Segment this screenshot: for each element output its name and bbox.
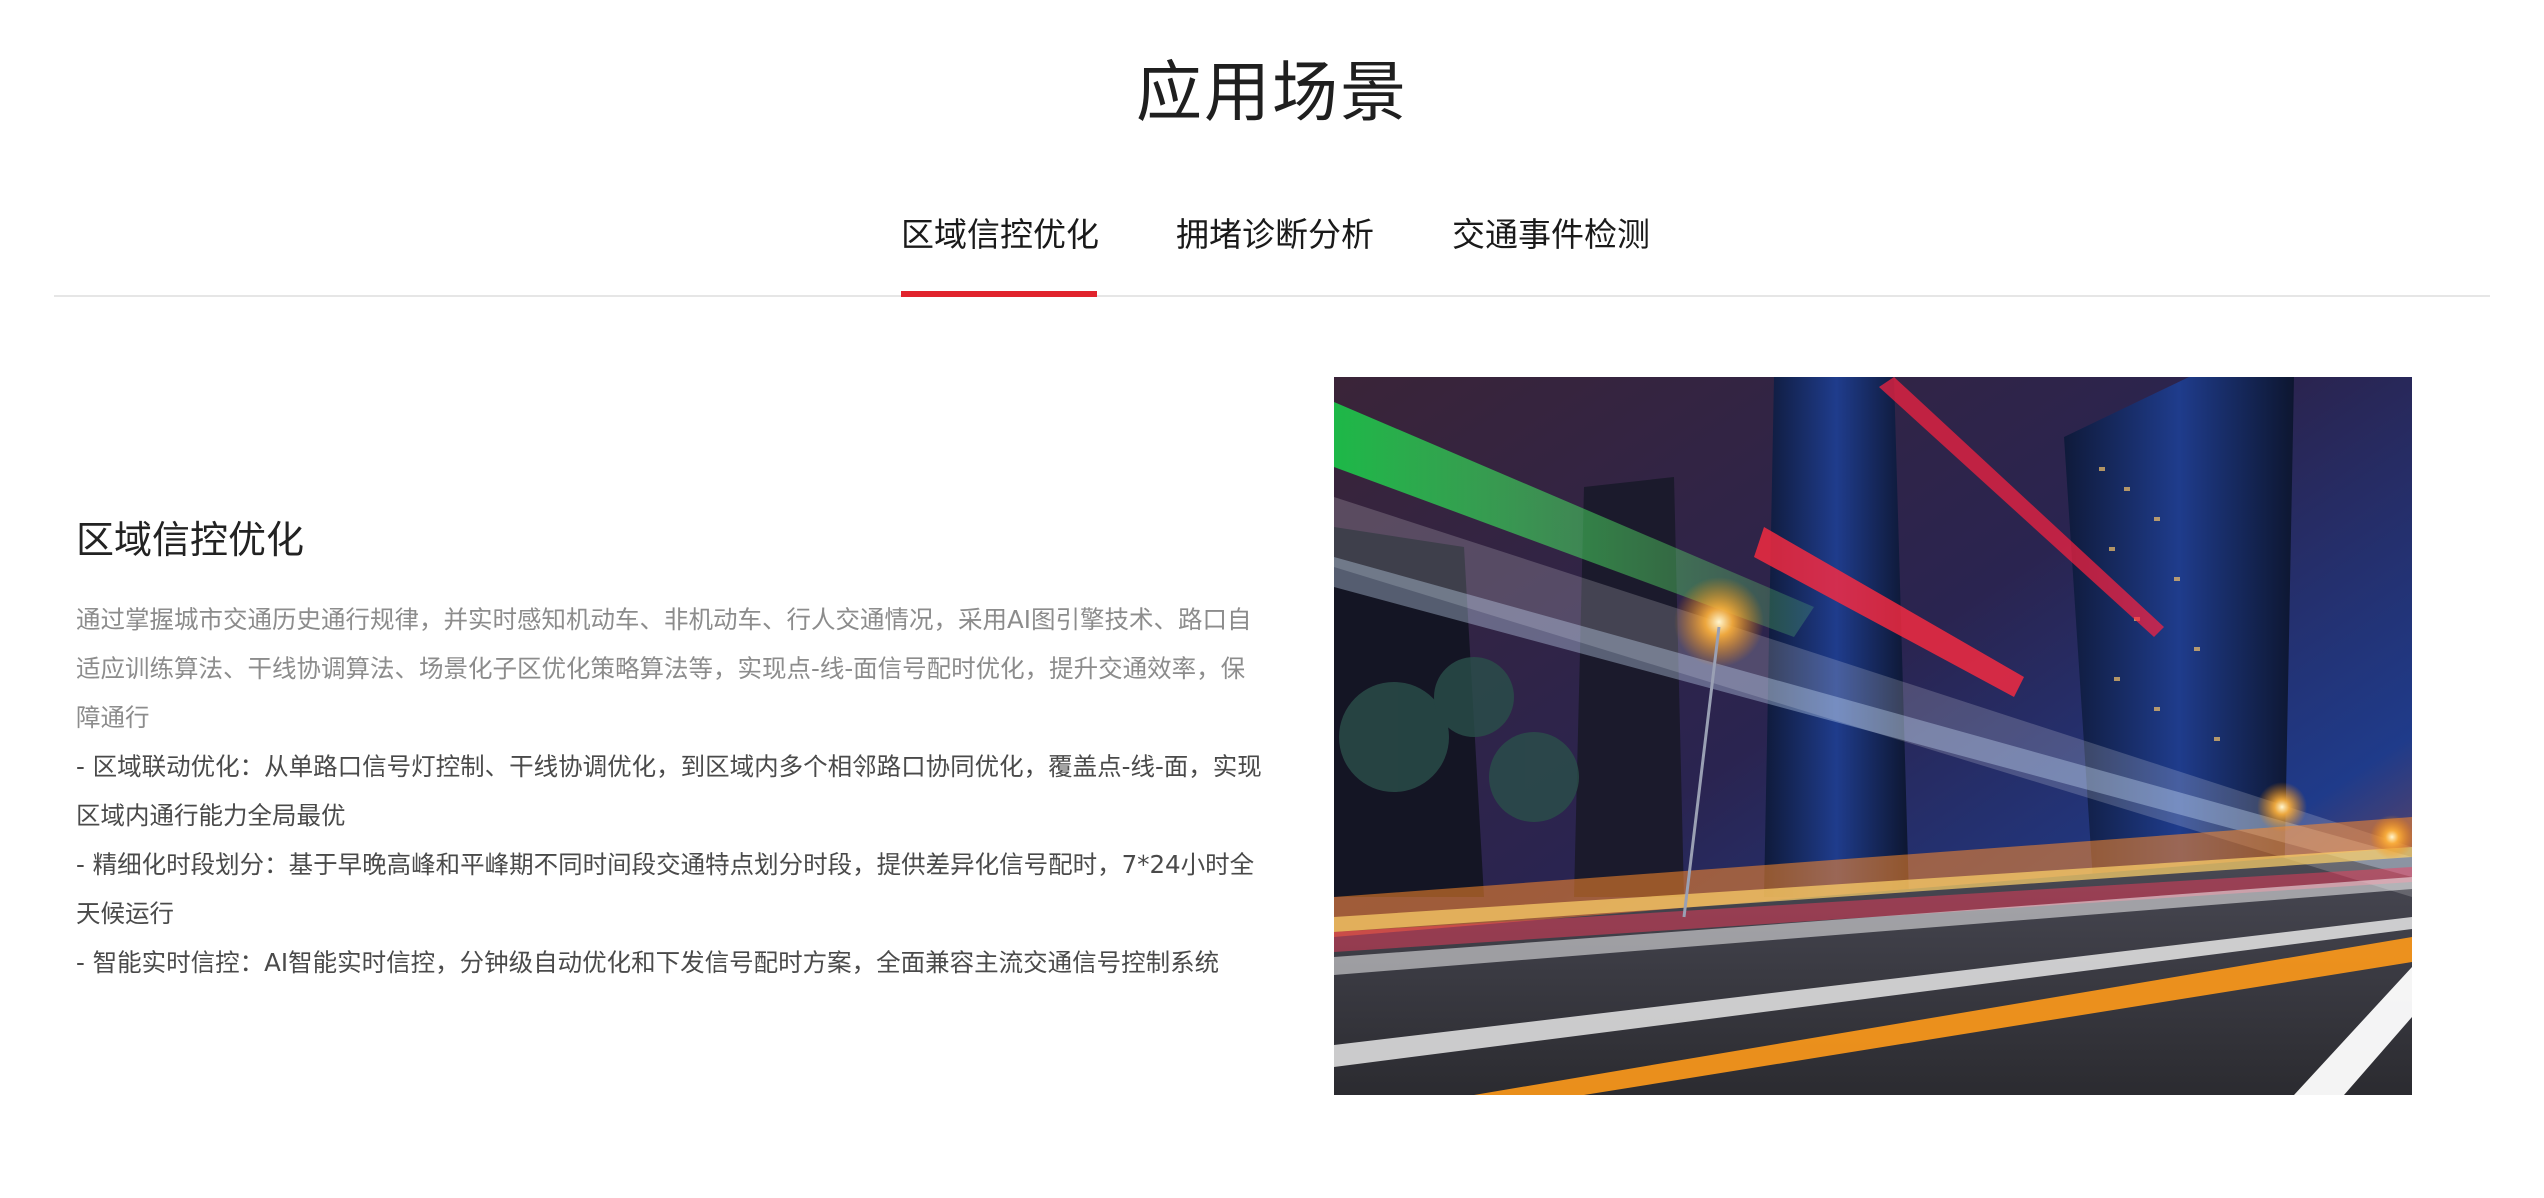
tab-traffic-incident-detection[interactable]: 交通事件检测 [1452, 200, 1650, 295]
feature-point: - 智能实时信控：AI智能实时信控，分钟级自动优化和下发信号配时方案，全面兼容主… [76, 948, 1220, 977]
feature-point: - 精细化时段划分：基于早晚高峰和平峰期不同时间段交通特点划分时段，提供差异化信… [76, 850, 1255, 928]
section-title: 区域信控优化 [76, 518, 305, 562]
scenario-detail: 区域信控优化 通过掌握城市交通历史通行规律，并实时感知机动车、非机动车、行人交通… [76, 505, 1266, 987]
tab-congestion-diagnosis[interactable]: 拥堵诊断分析 [1176, 200, 1374, 295]
scenario-tabs: 区域信控优化 拥堵诊断分析 交通事件检测 [54, 200, 2490, 297]
night-city-traffic-illustration [1334, 377, 2412, 1095]
scenario-description: 通过掌握城市交通历史通行规律，并实时感知机动车、非机动车、行人交通情况，采用AI… [76, 605, 1252, 732]
feature-point: - 区域联动优化：从单路口信号灯控制、干线协调优化，到区域内多个相邻路口协同优化… [76, 752, 1262, 830]
tab-regional-signal-optimization[interactable]: 区域信控优化 [901, 200, 1099, 297]
scenario-image [1334, 377, 2412, 1095]
page-title: 应用场景 [1136, 54, 1408, 131]
